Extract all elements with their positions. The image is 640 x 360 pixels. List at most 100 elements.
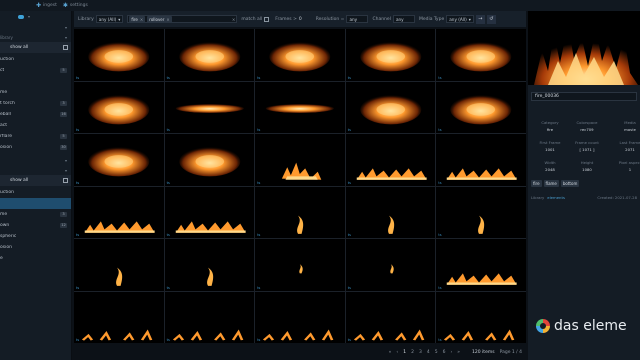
gear-icon: ✱ [62, 2, 68, 9]
logo-text: das eleme [554, 318, 627, 334]
asset-thumbnail[interactable]: ts [436, 239, 526, 291]
sidebar-item-label: me [0, 90, 8, 95]
asset-thumbnail[interactable]: ts [164, 186, 255, 238]
fire-preview-image [534, 25, 638, 85]
tag-filter-input[interactable]: fire × rollover × × [127, 15, 238, 23]
library-link[interactable]: elements [547, 195, 565, 200]
asset-thumbnail[interactable]: ts [255, 239, 345, 291]
library-info: Library elements Created: 2021-07-28 [531, 195, 637, 200]
sidebar-item[interactable]: uction [0, 54, 71, 65]
asset-thumbnail[interactable]: ts [255, 291, 345, 343]
asset-thumbnail[interactable]: ts [164, 81, 255, 133]
tag-chip-fire[interactable]: fire × [129, 15, 146, 23]
metadata-field: First Frame 1001 [536, 140, 564, 152]
sidebar-item[interactable] [0, 198, 71, 209]
asset-thumbnail[interactable]: ts [255, 81, 345, 133]
settings-button[interactable]: ✱ settings [63, 2, 88, 9]
asset-thumbnail[interactable]: ts [345, 81, 436, 133]
asset-thumbnail[interactable]: ts [255, 29, 345, 81]
thumbnail-tag: ts [438, 285, 442, 290]
tag-chip-rollover[interactable]: rollover × [147, 15, 172, 23]
tag-chip[interactable]: fire [531, 180, 542, 187]
asset-grid: ts ts ts ts ts ts ts ts ts ts ts ts ts ts ts ts ts ts ts ts… [74, 29, 526, 343]
page-button[interactable]: 6 [443, 350, 446, 355]
section-header-1[interactable]: ▾ [0, 22, 71, 33]
show-all-button-1[interactable]: show all [0, 42, 71, 53]
asset-thumbnail[interactable]: ts [345, 29, 436, 81]
page-button[interactable]: 5 [435, 350, 438, 355]
asset-thumbnail[interactable]: ts [255, 134, 345, 186]
metadata-value: 2048 [545, 167, 555, 172]
close-icon[interactable]: × [166, 17, 169, 22]
next-page-button[interactable]: › [450, 350, 452, 355]
tag-chip[interactable]: bottom [560, 180, 580, 187]
library-switcher[interactable]: ▾ [0, 11, 71, 22]
asset-thumbnail[interactable]: ts [436, 134, 526, 186]
sidebar-item[interactable]: uction [0, 187, 71, 198]
channel-select[interactable]: any [392, 15, 415, 23]
sidebar-item[interactable] [0, 76, 71, 87]
asset-preview[interactable] [528, 11, 640, 85]
asset-thumbnail[interactable]: ts [345, 291, 436, 343]
sidebar-item[interactable]: eball 16 [0, 109, 71, 120]
asset-thumbnail[interactable]: ts [74, 186, 164, 238]
asset-thumbnail[interactable]: ts [345, 239, 436, 291]
asset-thumbnail[interactable]: ts [164, 239, 255, 291]
sidebar-item[interactable]: osion [0, 242, 71, 253]
first-page-button[interactable]: « [389, 350, 392, 355]
resolution-select[interactable]: any [346, 15, 369, 23]
asset-thumbnail[interactable]: ts [74, 29, 164, 81]
clear-tags-icon[interactable]: × [232, 17, 236, 22]
thumbnail-tag: ts [257, 75, 261, 80]
prev-page-button[interactable]: ‹ [396, 350, 398, 355]
tag-chip[interactable]: flame [543, 180, 559, 187]
library-icon [18, 14, 24, 19]
reset-button[interactable]: ↺ [486, 14, 496, 24]
show-all-button-2[interactable]: show all [0, 175, 71, 186]
asset-thumbnail[interactable]: ts [164, 134, 255, 186]
asset-thumbnail[interactable]: ts [74, 291, 164, 343]
page-button[interactable]: 4 [427, 350, 430, 355]
asset-thumbnail[interactable]: ts [164, 29, 255, 81]
match-all-checkbox[interactable] [264, 16, 270, 22]
sidebar-item[interactable]: osion 30 [0, 142, 71, 153]
media-type-select[interactable]: any (All) ▾ [446, 15, 474, 23]
asset-name-field[interactable]: fire_00036 [531, 92, 637, 101]
asset-thumbnail[interactable]: ts [436, 29, 526, 81]
frames-value[interactable]: 0 [299, 17, 302, 22]
sidebar-item[interactable]: act [0, 120, 71, 131]
asset-thumbnail[interactable]: ts [255, 186, 345, 238]
last-page-button[interactable]: » [457, 350, 460, 355]
fire-thumbnail-image [81, 328, 153, 341]
section-header-2[interactable]: ▾ [0, 155, 71, 166]
sidebar-item[interactable]: me [0, 87, 71, 98]
library-filter-select[interactable]: any (All) ▾ [95, 15, 124, 23]
sidebar-item[interactable]: own 12 [0, 220, 71, 231]
asset-thumbnail[interactable]: ts [436, 81, 526, 133]
metadata-key: Width [544, 160, 556, 165]
sidebar-item[interactable]: rflare 5 [0, 131, 71, 142]
sidebar-item[interactable]: me 3 [0, 209, 71, 220]
section-subheader-2[interactable]: ▾ [0, 166, 71, 174]
thumbnail-tag: ts [257, 338, 261, 342]
page-button[interactable]: 3 [419, 350, 422, 355]
section-subheader-1: library ▾ [0, 34, 67, 40]
sidebar-item[interactable]: spheric [0, 231, 71, 242]
asset-thumbnail[interactable]: ts [345, 186, 436, 238]
ingest-button[interactable]: ✚ ingest [36, 2, 57, 9]
sidebar-item[interactable]: e [0, 253, 71, 264]
asset-thumbnail[interactable]: ts [74, 134, 164, 186]
asset-thumbnail[interactable]: ts [164, 291, 255, 343]
page-button[interactable]: 1 [403, 350, 406, 355]
asset-thumbnail[interactable]: ts [74, 239, 164, 291]
page-button[interactable]: 2 [411, 350, 414, 355]
close-icon[interactable]: × [140, 17, 143, 22]
asset-thumbnail[interactable]: ts [345, 134, 436, 186]
asset-thumbnail[interactable]: ts [436, 291, 526, 343]
sidebar-item-label: rflare [0, 134, 12, 139]
sort-button[interactable]: → [475, 14, 485, 24]
asset-thumbnail[interactable]: ts [74, 81, 164, 133]
sidebar-item[interactable]: ct 5 [0, 65, 71, 76]
sidebar-item[interactable]: t torch 3 [0, 98, 71, 109]
asset-thumbnail[interactable]: ts [436, 186, 526, 238]
